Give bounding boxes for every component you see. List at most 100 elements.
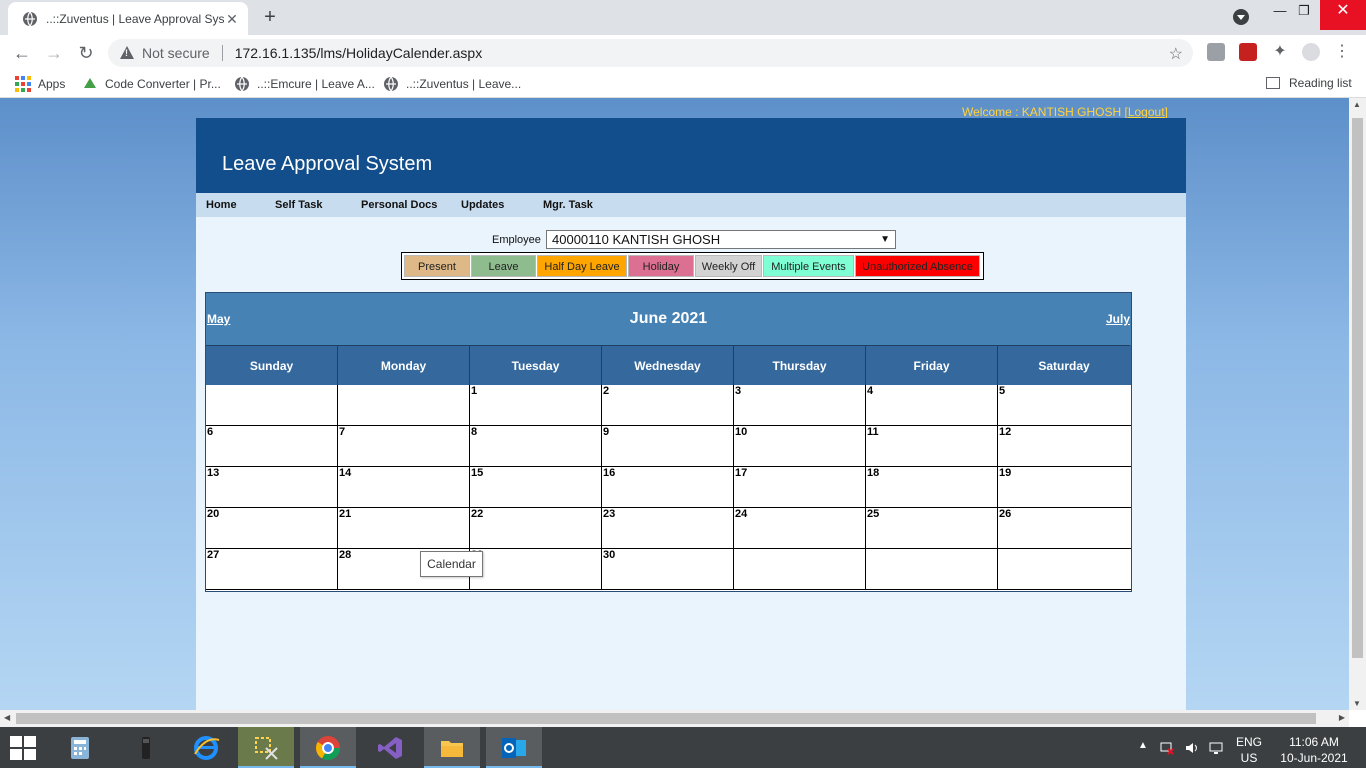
clock-date: 10-Jun-2021: [1280, 751, 1348, 765]
display-icon[interactable]: [1209, 741, 1223, 755]
menu-mgr-task[interactable]: Mgr. Task: [543, 199, 593, 211]
calendar-day[interactable]: 6: [206, 426, 338, 466]
employee-label: Employee: [492, 234, 541, 246]
calendar-day[interactable]: 3: [734, 385, 866, 425]
profile-avatar-icon[interactable]: [1302, 43, 1320, 61]
not-secure-label[interactable]: Not secure: [142, 45, 210, 61]
menu-updates[interactable]: Updates: [461, 199, 504, 211]
horizontal-scrollbar[interactable]: ◀ ▶: [0, 710, 1349, 727]
calendar-day[interactable]: 29: [470, 549, 602, 589]
calendar-week-row: 27 28 29 30: [206, 549, 1131, 590]
new-tab-button[interactable]: +: [260, 7, 280, 27]
reload-icon[interactable]: ↻: [75, 42, 97, 64]
taskbar-calculator[interactable]: [52, 727, 108, 768]
calendar-day[interactable]: 24: [734, 508, 866, 548]
taskbar-usb-app[interactable]: [118, 727, 174, 768]
bookmark-code-converter[interactable]: Code Converter | Pr...: [82, 76, 221, 92]
puzzle-icon[interactable]: ✦: [1271, 43, 1289, 61]
language-indicator[interactable]: ENG US: [1236, 734, 1262, 766]
forward-arrow-icon[interactable]: →: [43, 42, 65, 64]
tray-expand-icon[interactable]: ▲: [1138, 740, 1148, 768]
next-month-link[interactable]: July: [1106, 312, 1130, 326]
calendar-day[interactable]: 26: [998, 508, 1130, 548]
close-tab-icon[interactable]: ✕: [224, 11, 240, 27]
taskbar-visual-studio[interactable]: [362, 727, 418, 768]
back-arrow-icon[interactable]: ←: [11, 42, 33, 64]
volume-icon[interactable]: [1185, 741, 1199, 755]
windows-start-icon[interactable]: [10, 736, 36, 760]
weekday-header-row: Sunday Monday Tuesday Wednesday Thursday…: [206, 345, 1131, 385]
menu-self-task[interactable]: Self Task: [275, 199, 323, 211]
bookmark-label: ..::Zuventus | Leave...: [406, 77, 522, 91]
url-text[interactable]: 172.16.1.135/lms/HolidayCalender.aspx: [235, 45, 483, 61]
window-close-icon[interactable]: ✕: [1320, 0, 1366, 30]
taskbar-internet-explorer[interactable]: [178, 727, 234, 768]
scroll-thumb[interactable]: [1352, 118, 1363, 658]
scroll-down-icon[interactable]: ▼: [1353, 699, 1361, 708]
calendar-day[interactable]: [206, 385, 338, 425]
calendar-day[interactable]: [734, 549, 866, 589]
calendar-day[interactable]: 12: [998, 426, 1130, 466]
calendar-day[interactable]: 25: [866, 508, 998, 548]
bookmark-zuventus[interactable]: ..::Zuventus | Leave...: [383, 76, 521, 92]
calendar-day[interactable]: 8: [470, 426, 602, 466]
taskbar-chrome[interactable]: [300, 727, 356, 768]
calendar-day[interactable]: 30: [602, 549, 734, 589]
calendar-day[interactable]: 17: [734, 467, 866, 507]
reading-list-button[interactable]: Reading list: [1266, 76, 1352, 90]
scroll-right-icon[interactable]: ▶: [1339, 713, 1345, 722]
calendar-day[interactable]: 7: [338, 426, 470, 466]
calendar-day[interactable]: 4: [866, 385, 998, 425]
taskbar-outlook[interactable]: [486, 727, 542, 768]
extension-icon[interactable]: [1239, 43, 1257, 61]
maximize-icon[interactable]: ❐: [1286, 0, 1322, 30]
calendar-day[interactable]: 19: [998, 467, 1130, 507]
address-bar[interactable]: Not secure 172.16.1.135/lms/HolidayCalen…: [108, 39, 1193, 67]
calendar-day[interactable]: 15: [470, 467, 602, 507]
calendar-day[interactable]: 16: [602, 467, 734, 507]
page-container: Leave Approval System Home Self Task Per…: [196, 118, 1186, 710]
calendar-day[interactable]: 22: [470, 508, 602, 548]
calendar-day[interactable]: 9: [602, 426, 734, 466]
calculator-icon: [71, 737, 89, 759]
calendar-day[interactable]: 13: [206, 467, 338, 507]
bookmark-star-icon[interactable]: ☆: [1169, 44, 1183, 64]
taskbar-snipping-tool[interactable]: [238, 727, 294, 768]
scroll-up-icon[interactable]: ▲: [1353, 100, 1361, 109]
menu-home[interactable]: Home: [206, 199, 237, 211]
calendar-day[interactable]: 20: [206, 508, 338, 548]
bookmark-apps[interactable]: Apps: [15, 76, 65, 92]
calendar-day[interactable]: [338, 385, 470, 425]
internet-explorer-icon: [194, 736, 220, 760]
vertical-scrollbar[interactable]: ▲ ▼: [1349, 98, 1366, 710]
calendar-day[interactable]: 11: [866, 426, 998, 466]
bookmark-emcure[interactable]: ..::Emcure | Leave A...: [234, 76, 375, 92]
scroll-thumb[interactable]: [16, 713, 1316, 724]
system-clock[interactable]: 11:06 AM 10-Jun-2021: [1280, 734, 1348, 766]
warning-icon[interactable]: [120, 46, 134, 60]
browser-tab[interactable]: ..::Zuventus | Leave Approval Syst ✕: [8, 2, 248, 35]
calendar-day[interactable]: 18: [866, 467, 998, 507]
taskbar-file-explorer[interactable]: [424, 727, 480, 768]
calendar-day[interactable]: [998, 549, 1130, 589]
calendar-day[interactable]: 14: [338, 467, 470, 507]
calendar-day[interactable]: [866, 549, 998, 589]
employee-select[interactable]: 40000110 KANTISH GHOSH ▼: [546, 230, 896, 249]
calendar-day[interactable]: 27: [206, 549, 338, 589]
calendar-day[interactable]: 21: [338, 508, 470, 548]
calendar-day[interactable]: 2: [602, 385, 734, 425]
calendar-day[interactable]: 23: [602, 508, 734, 548]
logout-link[interactable]: [Logout]: [1124, 105, 1167, 119]
calendar-day[interactable]: 1: [470, 385, 602, 425]
extension-icon[interactable]: [1207, 43, 1225, 61]
menu-personal-docs[interactable]: Personal Docs: [361, 199, 437, 211]
calendar-week-row: 1 2 3 4 5: [206, 385, 1131, 426]
network-error-icon[interactable]: [1160, 741, 1174, 755]
tab-search-icon[interactable]: [1233, 9, 1249, 25]
reading-list-label: Reading list: [1289, 76, 1352, 90]
kebab-menu-icon[interactable]: ⋮: [1333, 43, 1351, 61]
scroll-left-icon[interactable]: ◀: [4, 713, 10, 722]
calendar-day[interactable]: 5: [998, 385, 1130, 425]
tab-strip: ..::Zuventus | Leave Approval Syst ✕ + —…: [0, 0, 1366, 35]
calendar-day[interactable]: 10: [734, 426, 866, 466]
